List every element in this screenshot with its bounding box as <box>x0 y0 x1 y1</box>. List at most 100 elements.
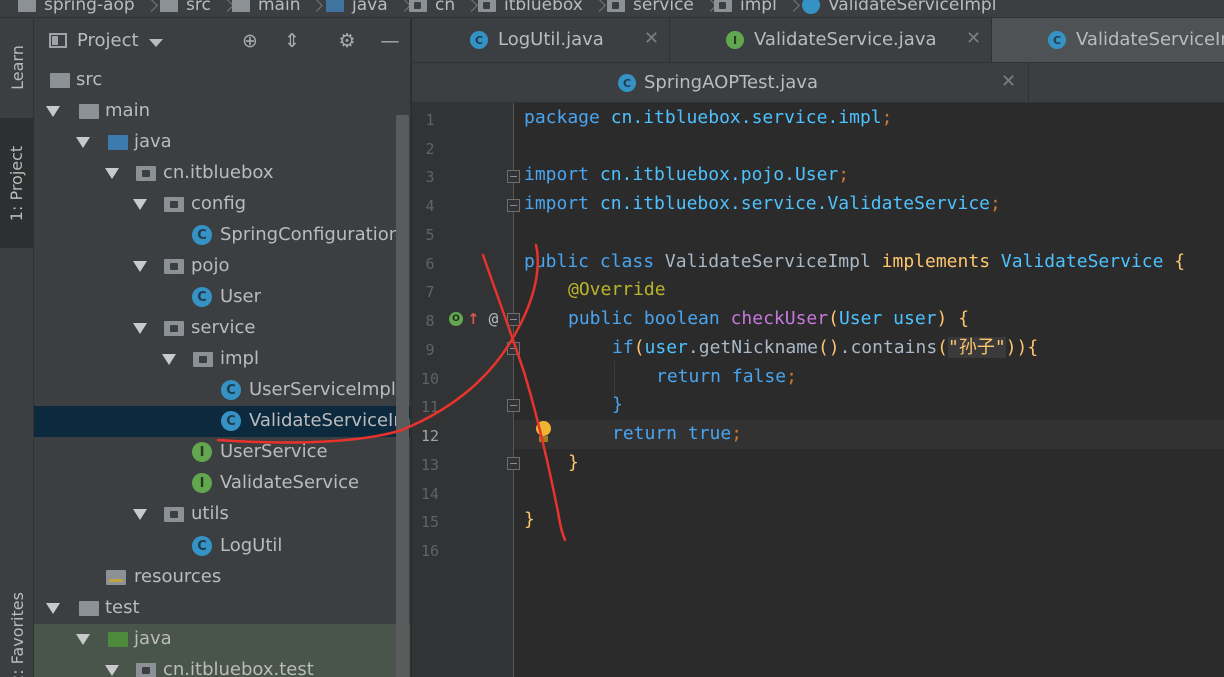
breadcrumb-item-java[interactable]: java <box>326 0 411 15</box>
expand-arrow-icon[interactable] <box>46 603 60 614</box>
interface-icon: I <box>192 473 212 493</box>
close-icon[interactable]: ✕ <box>966 28 981 49</box>
tree-item-userserviceimpl[interactable]: C UserServiceImpl <box>34 375 410 406</box>
project-view-selector[interactable]: Project <box>77 30 139 51</box>
tree-item-src[interactable]: src <box>34 65 410 96</box>
code-line-1: package cn.itbluebox.service.impl; <box>524 107 893 128</box>
interface-icon: I <box>192 442 212 462</box>
lightbulb-base <box>539 436 548 442</box>
code-line-9: if(user.getNickname().contains("孙子")){ <box>612 337 1039 358</box>
tree-item-cn-itbluebox[interactable]: cn.itbluebox <box>34 158 410 189</box>
fold-marker-icon[interactable] <box>507 313 520 326</box>
editor-gutter[interactable] <box>412 103 513 677</box>
indent-guide <box>614 361 615 397</box>
tree-item-config[interactable]: config <box>34 189 410 220</box>
chevron-right-icon <box>310 0 324 12</box>
annotation-marker-icon[interactable]: @ <box>489 309 499 328</box>
tool-tab-project[interactable]: 1: Project <box>0 118 34 248</box>
tree-item-validateserviceimpl[interactable]: C ValidateServiceImpl <box>34 406 410 437</box>
tree-item-utils[interactable]: utils <box>34 499 410 530</box>
line-number: 4 <box>425 197 435 215</box>
tree-item-java[interactable]: java <box>34 127 410 158</box>
tree-scrollbar[interactable] <box>396 115 409 677</box>
code-line-13: } <box>568 452 579 473</box>
breadcrumb-item-impl[interactable]: impl <box>714 0 800 15</box>
lightbulb-icon[interactable] <box>534 421 552 445</box>
tree-item-service[interactable]: service <box>34 313 410 344</box>
close-icon[interactable]: ✕ <box>644 28 659 49</box>
fold-marker-icon[interactable] <box>507 342 520 355</box>
resources-folder-icon <box>106 570 126 585</box>
expand-arrow-icon[interactable] <box>46 106 60 117</box>
folder-icon <box>79 104 99 119</box>
tree-item-userservice[interactable]: I UserService <box>34 437 410 468</box>
expand-arrow-icon[interactable] <box>105 168 119 179</box>
tree-item-validateservice[interactable]: I ValidateService <box>34 468 410 499</box>
tree-item-logutil[interactable]: C LogUtil <box>34 531 410 562</box>
tree-item-springconfiguration[interactable]: C SpringConfiguration <box>34 220 410 251</box>
tool-tab-learn[interactable]: Learn <box>0 26 34 108</box>
tree-item-test[interactable]: test <box>34 593 410 624</box>
code-line-7: @Override <box>568 279 666 300</box>
breadcrumb-item-itbluebox[interactable]: itbluebox <box>478 0 606 15</box>
tab-springaoptest[interactable]: C SpringAOPTest.java ✕ <box>412 63 1028 102</box>
tab-divider <box>1028 63 1029 102</box>
collapse-all-icon[interactable]: ⇕ <box>281 30 303 52</box>
expand-arrow-icon[interactable] <box>133 323 147 334</box>
breadcrumb-item-service[interactable]: service <box>607 0 717 15</box>
expand-arrow-icon[interactable] <box>133 199 147 210</box>
expand-arrow-icon[interactable] <box>133 261 147 272</box>
class-icon: C <box>221 380 241 400</box>
expand-arrow-icon[interactable] <box>76 137 90 148</box>
breadcrumb-item-class[interactable]: ValidateServiceImpl <box>802 0 996 15</box>
code-editor[interactable] <box>514 103 1224 677</box>
tab-validateservice[interactable]: I ValidateService.java ✕ <box>670 18 991 62</box>
package-icon <box>478 0 496 12</box>
tab-logutil[interactable]: C LogUtil.java ✕ <box>412 18 669 62</box>
tree-item-user[interactable]: C User <box>34 282 410 313</box>
chevron-down-icon[interactable] <box>149 39 163 47</box>
package-icon <box>164 259 184 274</box>
tree-item-pojo[interactable]: pojo <box>34 251 410 282</box>
tree-item-cn-itbluebox-test[interactable]: cn.itbluebox.test <box>34 655 410 677</box>
locate-icon[interactable]: ⊕ <box>239 30 261 52</box>
gutter-separator <box>513 103 514 677</box>
breadcrumb-item-project[interactable]: spring-aop <box>18 0 158 15</box>
class-icon <box>802 0 820 14</box>
gear-icon[interactable]: ⚙ <box>336 30 358 52</box>
hide-panel-icon[interactable]: — <box>379 30 401 52</box>
code-line-3: import cn.itbluebox.pojo.User; <box>524 164 850 185</box>
project-panel: Project ⊕ ⇕ ⚙ — src main java cn.itblueb… <box>34 18 411 677</box>
project-panel-header: Project ⊕ ⇕ ⚙ — <box>34 18 410 65</box>
expand-arrow-icon[interactable] <box>162 354 176 365</box>
package-icon <box>409 0 427 12</box>
line-number: 9 <box>425 341 435 359</box>
fold-marker-icon[interactable] <box>507 399 520 412</box>
chevron-right-icon <box>465 0 478 12</box>
breadcrumb-item-cn[interactable]: cn <box>409 0 478 15</box>
tab-validateserviceimpl[interactable]: C ValidateServiceImpl <box>992 18 1224 62</box>
fold-marker-icon[interactable] <box>507 457 520 470</box>
line-number: 5 <box>425 226 435 244</box>
tree-item-resources[interactable]: resources <box>34 562 410 593</box>
breadcrumb-item-main[interactable]: main <box>232 0 324 15</box>
tree-item-impl[interactable]: impl <box>34 344 410 375</box>
line-number: 1 <box>425 111 435 129</box>
code-line-12: return true; <box>612 423 743 444</box>
breadcrumb-item-src[interactable]: src <box>160 0 234 15</box>
expand-arrow-icon[interactable] <box>105 665 119 676</box>
up-arrow-icon[interactable]: ↑ <box>467 310 480 328</box>
tree-item-test-java[interactable]: java <box>34 624 410 655</box>
fold-marker-icon[interactable] <box>507 199 520 212</box>
fold-marker-icon[interactable] <box>507 170 520 183</box>
code-line-11: } <box>612 394 623 415</box>
tool-tab-favorites[interactable]: 2: Favorites <box>0 583 34 677</box>
overrides-method-icon[interactable]: O <box>449 311 463 326</box>
expand-arrow-icon[interactable] <box>133 509 147 520</box>
package-icon <box>164 321 184 336</box>
tree-item-main[interactable]: main <box>34 96 410 127</box>
expand-arrow-icon[interactable] <box>76 634 90 645</box>
line-number: 8 <box>425 312 435 330</box>
folder-icon <box>50 73 70 88</box>
close-icon[interactable]: ✕ <box>1001 71 1016 92</box>
